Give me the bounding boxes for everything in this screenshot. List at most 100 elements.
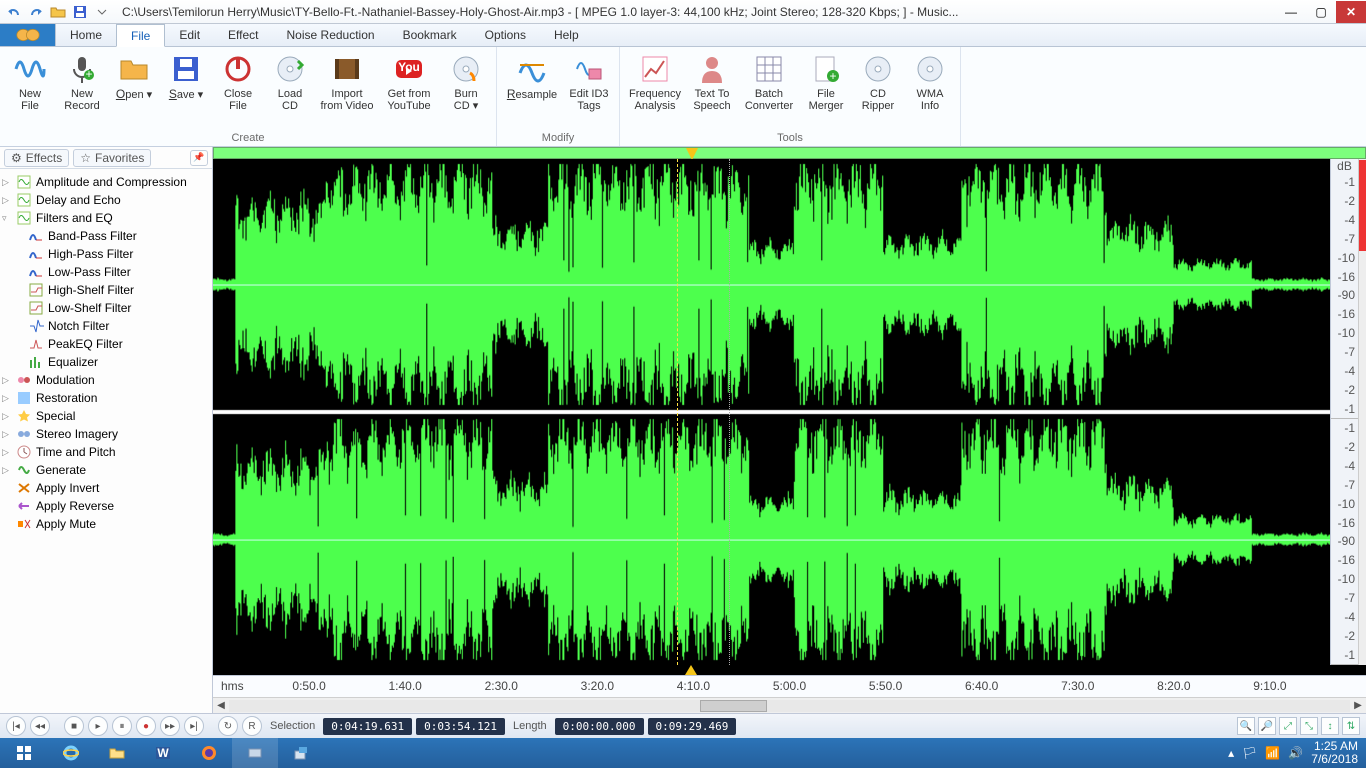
scroll-left-icon[interactable]: ◀ xyxy=(213,700,229,711)
expand-icon[interactable]: ▷ xyxy=(2,465,12,476)
new-record-button[interactable]: +New Record xyxy=(56,49,108,132)
taskbar-firefox[interactable] xyxy=(186,738,232,768)
qa-open-icon[interactable] xyxy=(48,2,68,22)
taskbar-explorer[interactable] xyxy=(94,738,140,768)
taskbar-app[interactable] xyxy=(232,738,278,768)
cd-ripper-button[interactable]: CD Ripper xyxy=(852,49,904,132)
taskbar-ie[interactable] xyxy=(48,738,94,768)
expand-icon[interactable]: ▷ xyxy=(2,393,12,404)
taskbar-other[interactable] xyxy=(278,738,324,768)
get-youtube-button[interactable]: YouGet from YouTube xyxy=(378,49,440,132)
tree-delay-echo[interactable]: ▷Delay and Echo xyxy=(2,191,210,209)
timeline[interactable]: hms 0:50.01:40.02:30.03:20.04:10.05:00.0… xyxy=(213,675,1366,697)
expand-icon[interactable]: ▷ xyxy=(2,195,12,206)
tree-special[interactable]: ▷Special xyxy=(2,407,210,425)
taskbar-word[interactable]: W xyxy=(140,738,186,768)
effects-tab[interactable]: ⚙Effects xyxy=(4,149,69,167)
zoom-in-button[interactable]: 🔍 xyxy=(1237,717,1255,735)
pause-button[interactable]: ⏸ xyxy=(112,716,132,736)
minimize-button[interactable]: — xyxy=(1276,1,1306,23)
tree-restoration[interactable]: ▷Restoration xyxy=(2,389,210,407)
skip-last-button[interactable]: ▸| xyxy=(184,716,204,736)
tab-help[interactable]: Help xyxy=(540,24,593,46)
tree-apply-reverse[interactable]: Apply Reverse xyxy=(2,497,210,515)
wma-info-button[interactable]: WMA Info xyxy=(904,49,956,132)
tray-network-icon[interactable]: 📶 xyxy=(1265,746,1280,760)
qa-undo-icon[interactable] xyxy=(4,2,24,22)
tray-flag-icon[interactable]: 🏳 xyxy=(1242,746,1257,760)
load-cd-button[interactable]: Load CD xyxy=(264,49,316,132)
tab-home[interactable]: Home xyxy=(56,24,116,46)
loop-button[interactable]: ↻ xyxy=(218,716,238,736)
tree-high-pass[interactable]: High-Pass Filter xyxy=(2,245,210,263)
tree-filters-eq[interactable]: ▿Filters and EQ xyxy=(2,209,210,227)
pin-button[interactable]: 📌 xyxy=(190,150,208,166)
tree-band-pass[interactable]: Band-Pass Filter xyxy=(2,227,210,245)
expand-icon[interactable]: ▷ xyxy=(2,411,12,422)
zoom-sel-button[interactable]: ⤢ xyxy=(1279,717,1297,735)
tree-peak-eq[interactable]: PeakEQ Filter xyxy=(2,335,210,353)
zoom-out-button[interactable]: 🔎 xyxy=(1258,717,1276,735)
tree-apply-mute[interactable]: Apply Mute xyxy=(2,515,210,533)
tree-modulation[interactable]: ▷Modulation xyxy=(2,371,210,389)
scroll-track[interactable] xyxy=(229,700,1350,712)
open-button[interactable]: Open ▾ xyxy=(108,49,160,132)
tree-time-pitch[interactable]: ▷Time and Pitch xyxy=(2,443,210,461)
tab-noise-reduction[interactable]: Noise Reduction xyxy=(273,24,389,46)
tree-amp-comp[interactable]: ▷Amplitude and Compression xyxy=(2,173,210,191)
new-file-button[interactable]: New File xyxy=(4,49,56,132)
app-menu-button[interactable] xyxy=(0,24,56,46)
tab-edit[interactable]: Edit xyxy=(165,24,214,46)
tree-stereo[interactable]: ▷Stereo Imagery xyxy=(2,425,210,443)
qa-redo-icon[interactable] xyxy=(26,2,46,22)
qa-dropdown-icon[interactable] xyxy=(92,2,112,22)
tree-apply-invert[interactable]: Apply Invert xyxy=(2,479,210,497)
tree-notch[interactable]: Notch Filter xyxy=(2,317,210,335)
text-speech-button[interactable]: Text To Speech xyxy=(686,49,738,132)
tab-bookmark[interactable]: Bookmark xyxy=(389,24,471,46)
expand-icon[interactable]: ▿ xyxy=(2,213,12,224)
tray-clock[interactable]: 1:25 AM 7/6/2018 xyxy=(1311,740,1358,766)
play-button[interactable]: ▸ xyxy=(88,716,108,736)
close-button[interactable]: ✕ xyxy=(1336,1,1366,23)
waveform-canvas-area[interactable] xyxy=(213,159,1330,665)
scroll-right-icon[interactable]: ▶ xyxy=(1350,700,1366,711)
burn-cd-button[interactable]: Burn CD ▾ xyxy=(440,49,492,132)
hscrollbar[interactable]: ◀ ▶ xyxy=(213,697,1366,713)
tree-high-shelf[interactable]: High-Shelf Filter xyxy=(2,281,210,299)
zoom-v-out-button[interactable]: ⇅ xyxy=(1342,717,1360,735)
qa-save-icon[interactable] xyxy=(70,2,90,22)
cursor-marker-bottom-icon[interactable] xyxy=(685,665,697,675)
waveform-canvas[interactable] xyxy=(213,159,1330,665)
expand-icon[interactable]: ▷ xyxy=(2,429,12,440)
stop-button[interactable]: ■ xyxy=(64,716,84,736)
expand-icon[interactable]: ▷ xyxy=(2,375,12,386)
selection-bar[interactable] xyxy=(213,147,1366,159)
tree-generate[interactable]: ▷Generate xyxy=(2,461,210,479)
expand-icon[interactable]: ▷ xyxy=(2,447,12,458)
tree-equalizer[interactable]: Equalizer xyxy=(2,353,210,371)
freq-analysis-button[interactable]: Frequency Analysis xyxy=(624,49,686,132)
close-file-button[interactable]: Close File xyxy=(212,49,264,132)
tray-up-icon[interactable]: ▴ xyxy=(1228,746,1234,760)
zoom-fit-button[interactable]: ⤡ xyxy=(1300,717,1318,735)
skip-first-button[interactable]: |◂ xyxy=(6,716,26,736)
tree-low-shelf[interactable]: Low-Shelf Filter xyxy=(2,299,210,317)
tab-effect[interactable]: Effect xyxy=(214,24,272,46)
file-merger-button[interactable]: +File Merger xyxy=(800,49,852,132)
record-button[interactable]: ● xyxy=(136,716,156,736)
scroll-thumb[interactable] xyxy=(700,700,767,712)
tab-options[interactable]: Options xyxy=(471,24,540,46)
save-button[interactable]: Save ▾ xyxy=(160,49,212,132)
ffwd-button[interactable]: ▸▸ xyxy=(160,716,180,736)
tree-low-pass[interactable]: Low-Pass Filter xyxy=(2,263,210,281)
batch-conv-button[interactable]: Batch Converter xyxy=(738,49,800,132)
tray-volume-icon[interactable]: 🔊 xyxy=(1288,746,1303,760)
range-loop-button[interactable]: R xyxy=(242,716,262,736)
edit-id3-button[interactable]: Edit ID3 Tags xyxy=(563,49,615,132)
zoom-v-in-button[interactable]: ↕ xyxy=(1321,717,1339,735)
expand-icon[interactable]: ▷ xyxy=(2,177,12,188)
start-button[interactable] xyxy=(0,738,48,768)
maximize-button[interactable]: ▢ xyxy=(1306,1,1336,23)
favorites-tab[interactable]: ☆Favorites xyxy=(73,149,151,167)
